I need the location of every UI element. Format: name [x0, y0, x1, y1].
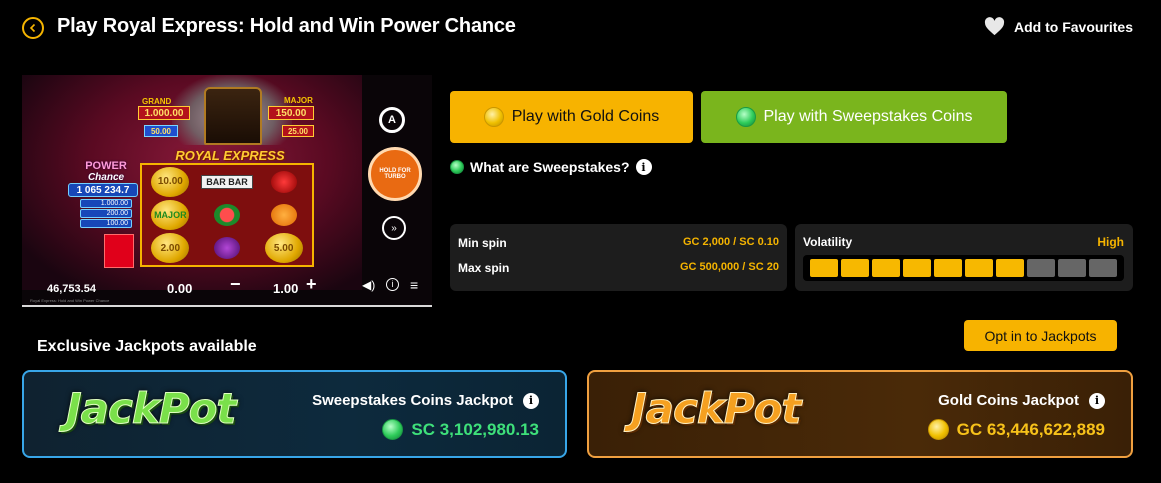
volatility-value: High — [1097, 235, 1124, 249]
volatility-label: Volatility — [803, 235, 853, 249]
bar-symbol: BAR BAR — [201, 174, 253, 189]
grapes-icon — [213, 237, 240, 260]
menu-icon[interactable]: ≡ — [410, 277, 418, 293]
major-value: 150.00 — [268, 106, 314, 120]
volatility-segment — [934, 259, 962, 277]
jackpot-logo: JackPot — [66, 384, 238, 434]
jackpot-amount-text: SC 3,102,980.13 — [411, 419, 539, 439]
autoplay-icon[interactable]: A — [379, 107, 405, 133]
gold-jackpot-amount: GC 63,446,622,889 — [927, 419, 1105, 440]
info-icon[interactable]: i — [635, 159, 652, 175]
volatility-segment — [903, 259, 931, 277]
power-text: POWER — [85, 160, 127, 172]
coin-symbol: 5.00 — [264, 233, 303, 264]
min-spin-label: Min spin — [458, 236, 507, 250]
power-chance-logo: POWER Chance — [72, 160, 140, 183]
back-icon[interactable] — [22, 17, 44, 39]
fast-forward-icon[interactable]: » — [382, 216, 406, 240]
cherry-icon — [270, 170, 297, 193]
info-icon[interactable]: i — [1089, 392, 1105, 409]
spin-limits-panel: Min spin GC 2,000 / SC 0.10 Max spin GC … — [450, 224, 787, 291]
volatility-segment — [965, 259, 993, 277]
mini-value: 50.00 — [144, 125, 178, 137]
sweepstakes-coin-icon — [450, 160, 464, 174]
grand-label: GRAND — [142, 97, 172, 106]
volatility-segment — [1058, 259, 1086, 277]
watermelon-icon — [213, 203, 240, 226]
sweepstakes-jackpot-card: JackPot Sweepstakes Coins Jackpot i SC 3… — [22, 370, 567, 458]
game-footer-text: Royal Express: Hold and Win Power Chance — [30, 298, 110, 303]
coin-symbol: 2.00 — [151, 233, 190, 264]
game-bet: 1.00 — [273, 281, 299, 296]
jackpots-heading: Exclusive Jackpots available — [37, 338, 257, 355]
game-win: 0.00 — [167, 281, 193, 296]
what-are-sweepstakes-link[interactable]: What are Sweepstakes? i — [450, 159, 652, 175]
minor-value: 25.00 — [282, 125, 314, 137]
bet-decrease-button[interactable]: − — [230, 274, 241, 295]
chance-text: Chance — [87, 171, 125, 183]
bet-increase-button[interactable]: + — [306, 274, 317, 295]
volatility-segment — [872, 259, 900, 277]
heart-icon — [984, 17, 1005, 36]
reels: 10.00 BAR BAR MAJOR 2.00 5.00 — [140, 163, 314, 267]
game-logo: ROYAL EXPRESS — [175, 148, 285, 163]
major-symbol: MAJOR — [151, 199, 190, 230]
max-spin-label: Max spin — [458, 261, 510, 275]
game-balance: 46,753.54 — [47, 283, 96, 295]
coin-symbol: 10.00 — [151, 166, 190, 197]
add-to-favourites-button[interactable]: Add to Favourites — [984, 17, 1133, 36]
jackpot-amount-text: GC 63,446,622,889 — [956, 419, 1105, 439]
game-preview[interactable]: GRAND 1.000.00 50.00 MAJOR 150.00 25.00 … — [22, 75, 432, 307]
min-spin-value: GC 2,000 / SC 0.10 — [683, 236, 779, 248]
grand-value: 1.000.00 — [138, 106, 190, 120]
gold-jackpot-card: JackPot Gold Coins Jackpot i GC 63,446,6… — [587, 370, 1133, 458]
play-gold-label: Play with Gold Coins — [511, 108, 660, 125]
sweepstakes-jackpot-title: Sweepstakes Coins Jackpot i — [312, 392, 539, 409]
page-title: Play Royal Express: Hold and Win Power C… — [57, 15, 516, 37]
jackpot-title-text: Gold Coins Jackpot — [938, 392, 1079, 409]
red-symbol — [104, 234, 134, 268]
jackpot-logo: JackPot — [631, 384, 803, 434]
play-gold-coins-button[interactable]: Play with Gold Coins — [450, 91, 693, 143]
gold-coin-icon — [483, 107, 504, 127]
sweepstakes-jackpot-amount: SC 3,102,980.13 — [382, 419, 539, 440]
game-info-icon[interactable]: i — [386, 278, 399, 291]
volatility-segment — [1027, 259, 1055, 277]
favourites-label: Add to Favourites — [1013, 18, 1133, 35]
power-row: 100.00 — [80, 219, 132, 228]
sound-icon[interactable]: ◀) — [362, 278, 375, 292]
volatility-segment — [996, 259, 1024, 277]
page-header: Play Royal Express: Hold and Win Power C… — [0, 0, 1161, 56]
volatility-segment — [1089, 259, 1117, 277]
major-label: MAJOR — [284, 96, 313, 105]
train-image — [204, 87, 262, 145]
max-spin-value: GC 500,000 / SC 20 — [679, 261, 779, 273]
what-label: What are Sweepstakes? — [470, 159, 630, 175]
gold-jackpot-title: Gold Coins Jackpot i — [938, 392, 1105, 409]
volatility-segment — [810, 259, 838, 277]
opt-in-jackpots-button[interactable]: Opt in to Jackpots — [964, 320, 1117, 351]
play-sweep-label: Play with Sweepstakes Coins — [763, 108, 973, 125]
sweepstakes-coin-icon — [735, 107, 756, 127]
power-row: 200.00 — [80, 209, 132, 218]
volatility-panel: Volatility High — [795, 224, 1133, 291]
gold-coin-icon — [927, 419, 949, 440]
sweepstakes-coin-icon — [382, 419, 404, 440]
play-sweepstakes-coins-button[interactable]: Play with Sweepstakes Coins — [701, 91, 1007, 143]
volatility-meter — [803, 255, 1124, 281]
jackpot-title-text: Sweepstakes Coins Jackpot — [312, 392, 513, 409]
orange-icon — [270, 203, 297, 226]
power-chance-value: 1 065 234.7 — [68, 183, 138, 197]
info-icon[interactable]: i — [523, 392, 539, 409]
volatility-segment — [841, 259, 869, 277]
spin-button[interactable]: HOLD FOR TURBO — [368, 147, 422, 201]
power-row: 1.000.00 — [80, 199, 132, 208]
